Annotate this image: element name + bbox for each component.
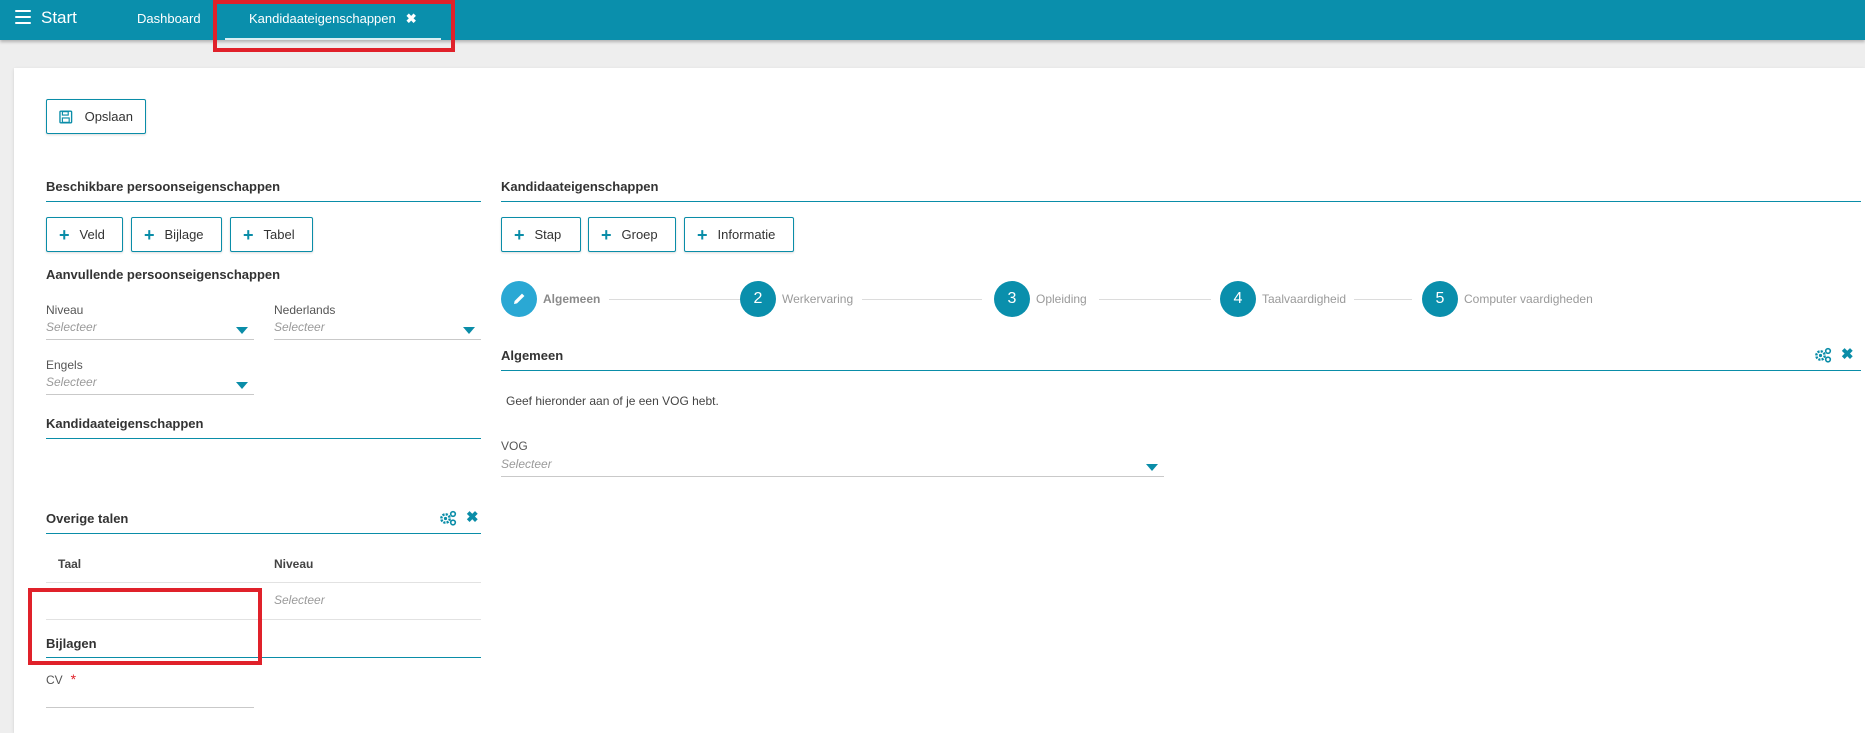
nederlands-label: Nederlands [274, 303, 336, 317]
button-label: Informatie [717, 227, 776, 242]
add-table-button[interactable]: + Tabel [230, 217, 313, 252]
extra-properties-title: Aanvullende persoonseigenschappen [46, 267, 281, 282]
step-connector [609, 299, 745, 300]
step-label-opleiding[interactable]: Opleiding [1036, 292, 1087, 306]
select-placeholder: Selecteer [274, 320, 325, 334]
step-algemeen[interactable] [501, 281, 537, 317]
caret-down-icon [236, 327, 248, 334]
required-mark: * [70, 671, 77, 687]
candidate-properties-title-right: Kandidaateigenschappen [501, 179, 659, 194]
start-menu-label[interactable]: Start [41, 8, 77, 28]
button-label: Stap [534, 227, 562, 242]
add-attachment-button[interactable]: + Bijlage [131, 217, 222, 252]
hamburger-icon[interactable] [15, 10, 31, 24]
plus-icon: + [514, 224, 525, 245]
section-divider [501, 370, 1861, 371]
pencil-icon [514, 293, 525, 304]
save-button[interactable]: Opslaan [46, 99, 146, 134]
column-header-taal: Taal [58, 557, 82, 571]
table-cell-niveau-select[interactable]: Selecteer [274, 593, 325, 607]
select-placeholder: Selecteer [501, 457, 552, 471]
button-label: Groep [621, 227, 658, 242]
vog-select[interactable]: Selecteer [501, 457, 1164, 477]
step-label-taalvaardigheid[interactable]: Taalvaardigheid [1262, 292, 1346, 306]
close-icon[interactable]: ✖ [466, 510, 479, 525]
step-connector [1354, 299, 1412, 300]
step-taalvaardigheid[interactable]: 4 [1220, 281, 1256, 317]
floppy-disk-icon [59, 110, 73, 123]
plus-icon: + [601, 224, 612, 245]
settings-icon[interactable] [439, 510, 457, 526]
highlight-box-cv [28, 588, 262, 665]
button-label: Veld [79, 227, 105, 242]
section-divider [46, 438, 481, 439]
group-description: Geef hieronder aan of je een VOG hebt. [506, 394, 719, 408]
close-icon[interactable]: ✖ [1841, 347, 1854, 362]
select-placeholder: Selecteer [46, 320, 97, 334]
niveau-label: Niveau [46, 303, 84, 317]
highlight-box-tab [213, 0, 455, 52]
plus-icon: + [144, 224, 155, 245]
step-opleiding[interactable]: 3 [994, 281, 1030, 317]
button-label: Bijlage [164, 227, 204, 242]
select-placeholder: Selecteer [46, 375, 97, 389]
section-divider [46, 533, 481, 534]
step-label-werkervaring[interactable]: Werkervaring [782, 292, 853, 306]
tab-dashboard[interactable]: Dashboard [137, 11, 201, 26]
vog-label: VOG [501, 439, 528, 453]
add-group-button[interactable]: + Groep [588, 217, 676, 252]
niveau-select[interactable]: Selecteer [46, 320, 254, 340]
plus-icon: + [59, 224, 70, 245]
step-label-algemeen[interactable]: Algemeen [543, 292, 600, 306]
main-panel: Opslaan Beschikbare persoonseigenschappe… [14, 68, 1865, 733]
section-divider [501, 201, 1861, 202]
plus-icon: + [697, 224, 708, 245]
group-title: Algemeen [501, 348, 564, 363]
cv-upload-field[interactable] [46, 688, 254, 708]
nederlands-select[interactable]: Selecteer [274, 320, 481, 340]
candidate-properties-title: Kandidaateigenschappen [46, 416, 204, 431]
engels-select[interactable]: Selecteer [46, 375, 254, 395]
step-connector [1099, 299, 1211, 300]
step-werkervaring[interactable]: 2 [740, 281, 776, 317]
button-label: Tabel [263, 227, 295, 242]
step-connector [862, 299, 982, 300]
settings-icon[interactable] [1814, 347, 1832, 363]
other-languages-title: Overige talen [46, 511, 129, 526]
table-divider [46, 582, 481, 583]
add-step-button[interactable]: + Stap [501, 217, 581, 252]
available-properties-title: Beschikbare persoonseigenschappen [46, 179, 281, 194]
step-label-computer-vaardigheden[interactable]: Computer vaardigheden [1464, 292, 1593, 306]
caret-down-icon [1146, 464, 1158, 471]
cv-label-text: CV [46, 673, 63, 687]
cv-label: CV * [46, 671, 76, 687]
section-divider [46, 201, 481, 202]
step-computer-vaardigheden[interactable]: 5 [1422, 281, 1458, 317]
engels-label: Engels [46, 358, 83, 372]
add-information-button[interactable]: + Informatie [684, 217, 794, 252]
save-label: Opslaan [84, 109, 133, 124]
caret-down-icon [236, 382, 248, 389]
column-header-niveau: Niveau [274, 557, 314, 571]
add-field-button[interactable]: + Veld [46, 217, 123, 252]
plus-icon: + [243, 224, 254, 245]
caret-down-icon [463, 327, 475, 334]
